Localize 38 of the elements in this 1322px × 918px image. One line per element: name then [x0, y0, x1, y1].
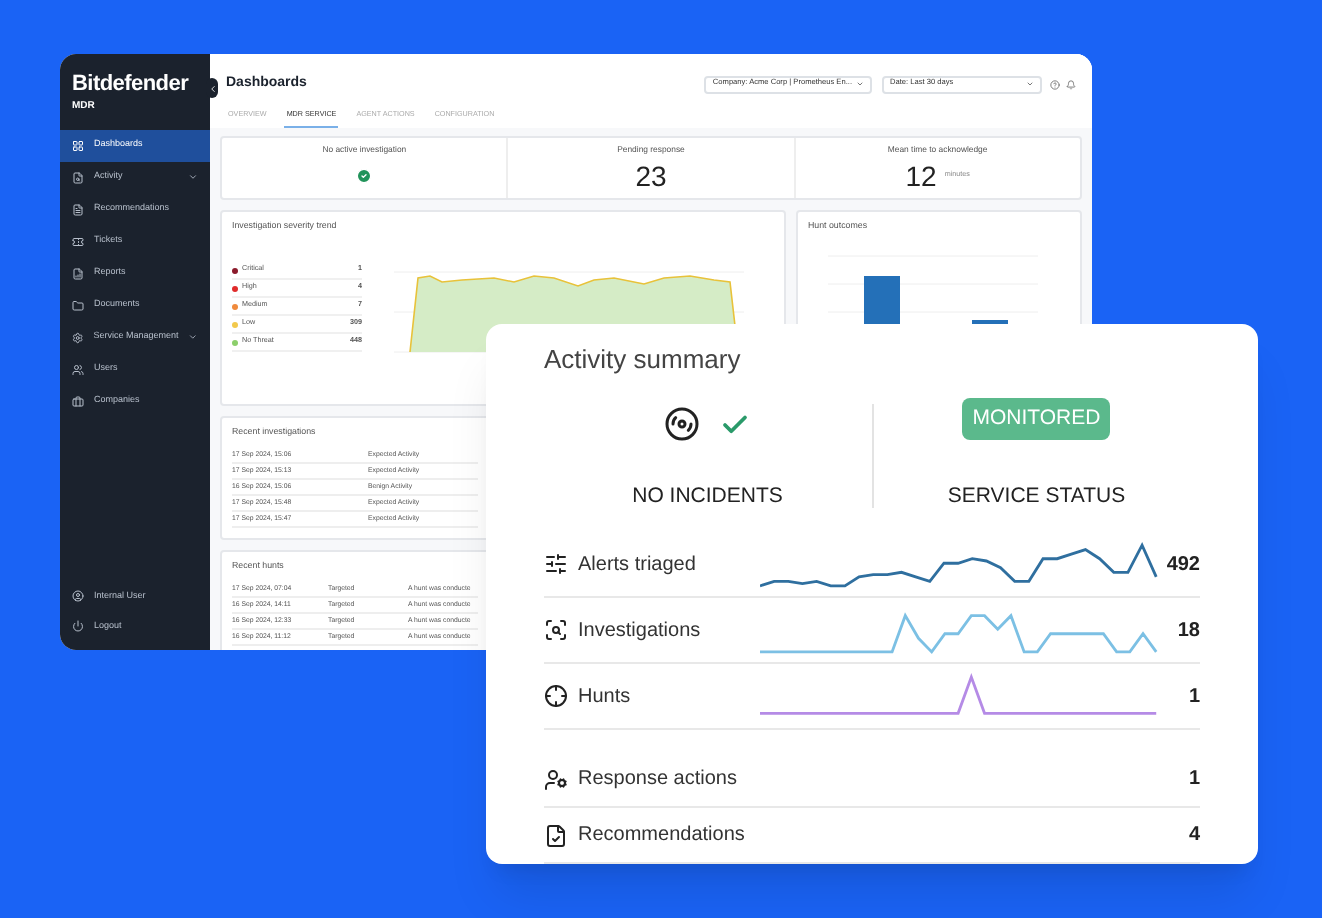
folder-icon [72, 299, 84, 311]
sliders-icon [544, 552, 568, 576]
help-icon[interactable] [1050, 79, 1060, 89]
report-icon [72, 267, 84, 279]
user-icon [72, 590, 84, 602]
row-label: Recommendations [578, 822, 747, 850]
power-icon [72, 620, 84, 632]
check-circle-icon [356, 167, 373, 184]
file-search-icon [72, 171, 84, 183]
row-label: Hunts [578, 683, 633, 711]
brand-logo: Bitdefender [72, 74, 191, 96]
users-icon [72, 363, 84, 375]
row-value: 1 [1188, 683, 1200, 711]
status-badge: MONITORED [962, 398, 1111, 439]
card-title: Activity summary [544, 344, 743, 376]
user-gear-icon [544, 767, 568, 791]
row-label: Alerts triaged [578, 551, 698, 579]
settings-icon [72, 331, 84, 343]
row-label: Investigations [578, 617, 703, 645]
document-check-icon [544, 823, 568, 847]
radar-icon [664, 406, 701, 442]
crosshair-icon [544, 684, 568, 708]
document-icon [72, 203, 84, 215]
collapse-handle[interactable] [206, 78, 218, 98]
row-value: 4 [1188, 822, 1200, 850]
row-value: 1 [1188, 766, 1200, 794]
grid-icon [72, 139, 84, 151]
bell-icon[interactable] [1066, 79, 1076, 89]
status-label: SERVICE STATUS [947, 482, 1126, 513]
row-value: 18 [1177, 617, 1200, 645]
row-label: Response actions [578, 766, 739, 794]
stat-value: 23 [635, 157, 667, 194]
stat-value: 12 [905, 157, 937, 194]
incidents-label: NO INCIDENTS [632, 482, 783, 513]
ticket-icon [72, 235, 84, 247]
search-icon [544, 618, 568, 642]
briefcase-icon [72, 395, 84, 407]
row-value: 492 [1166, 551, 1200, 579]
